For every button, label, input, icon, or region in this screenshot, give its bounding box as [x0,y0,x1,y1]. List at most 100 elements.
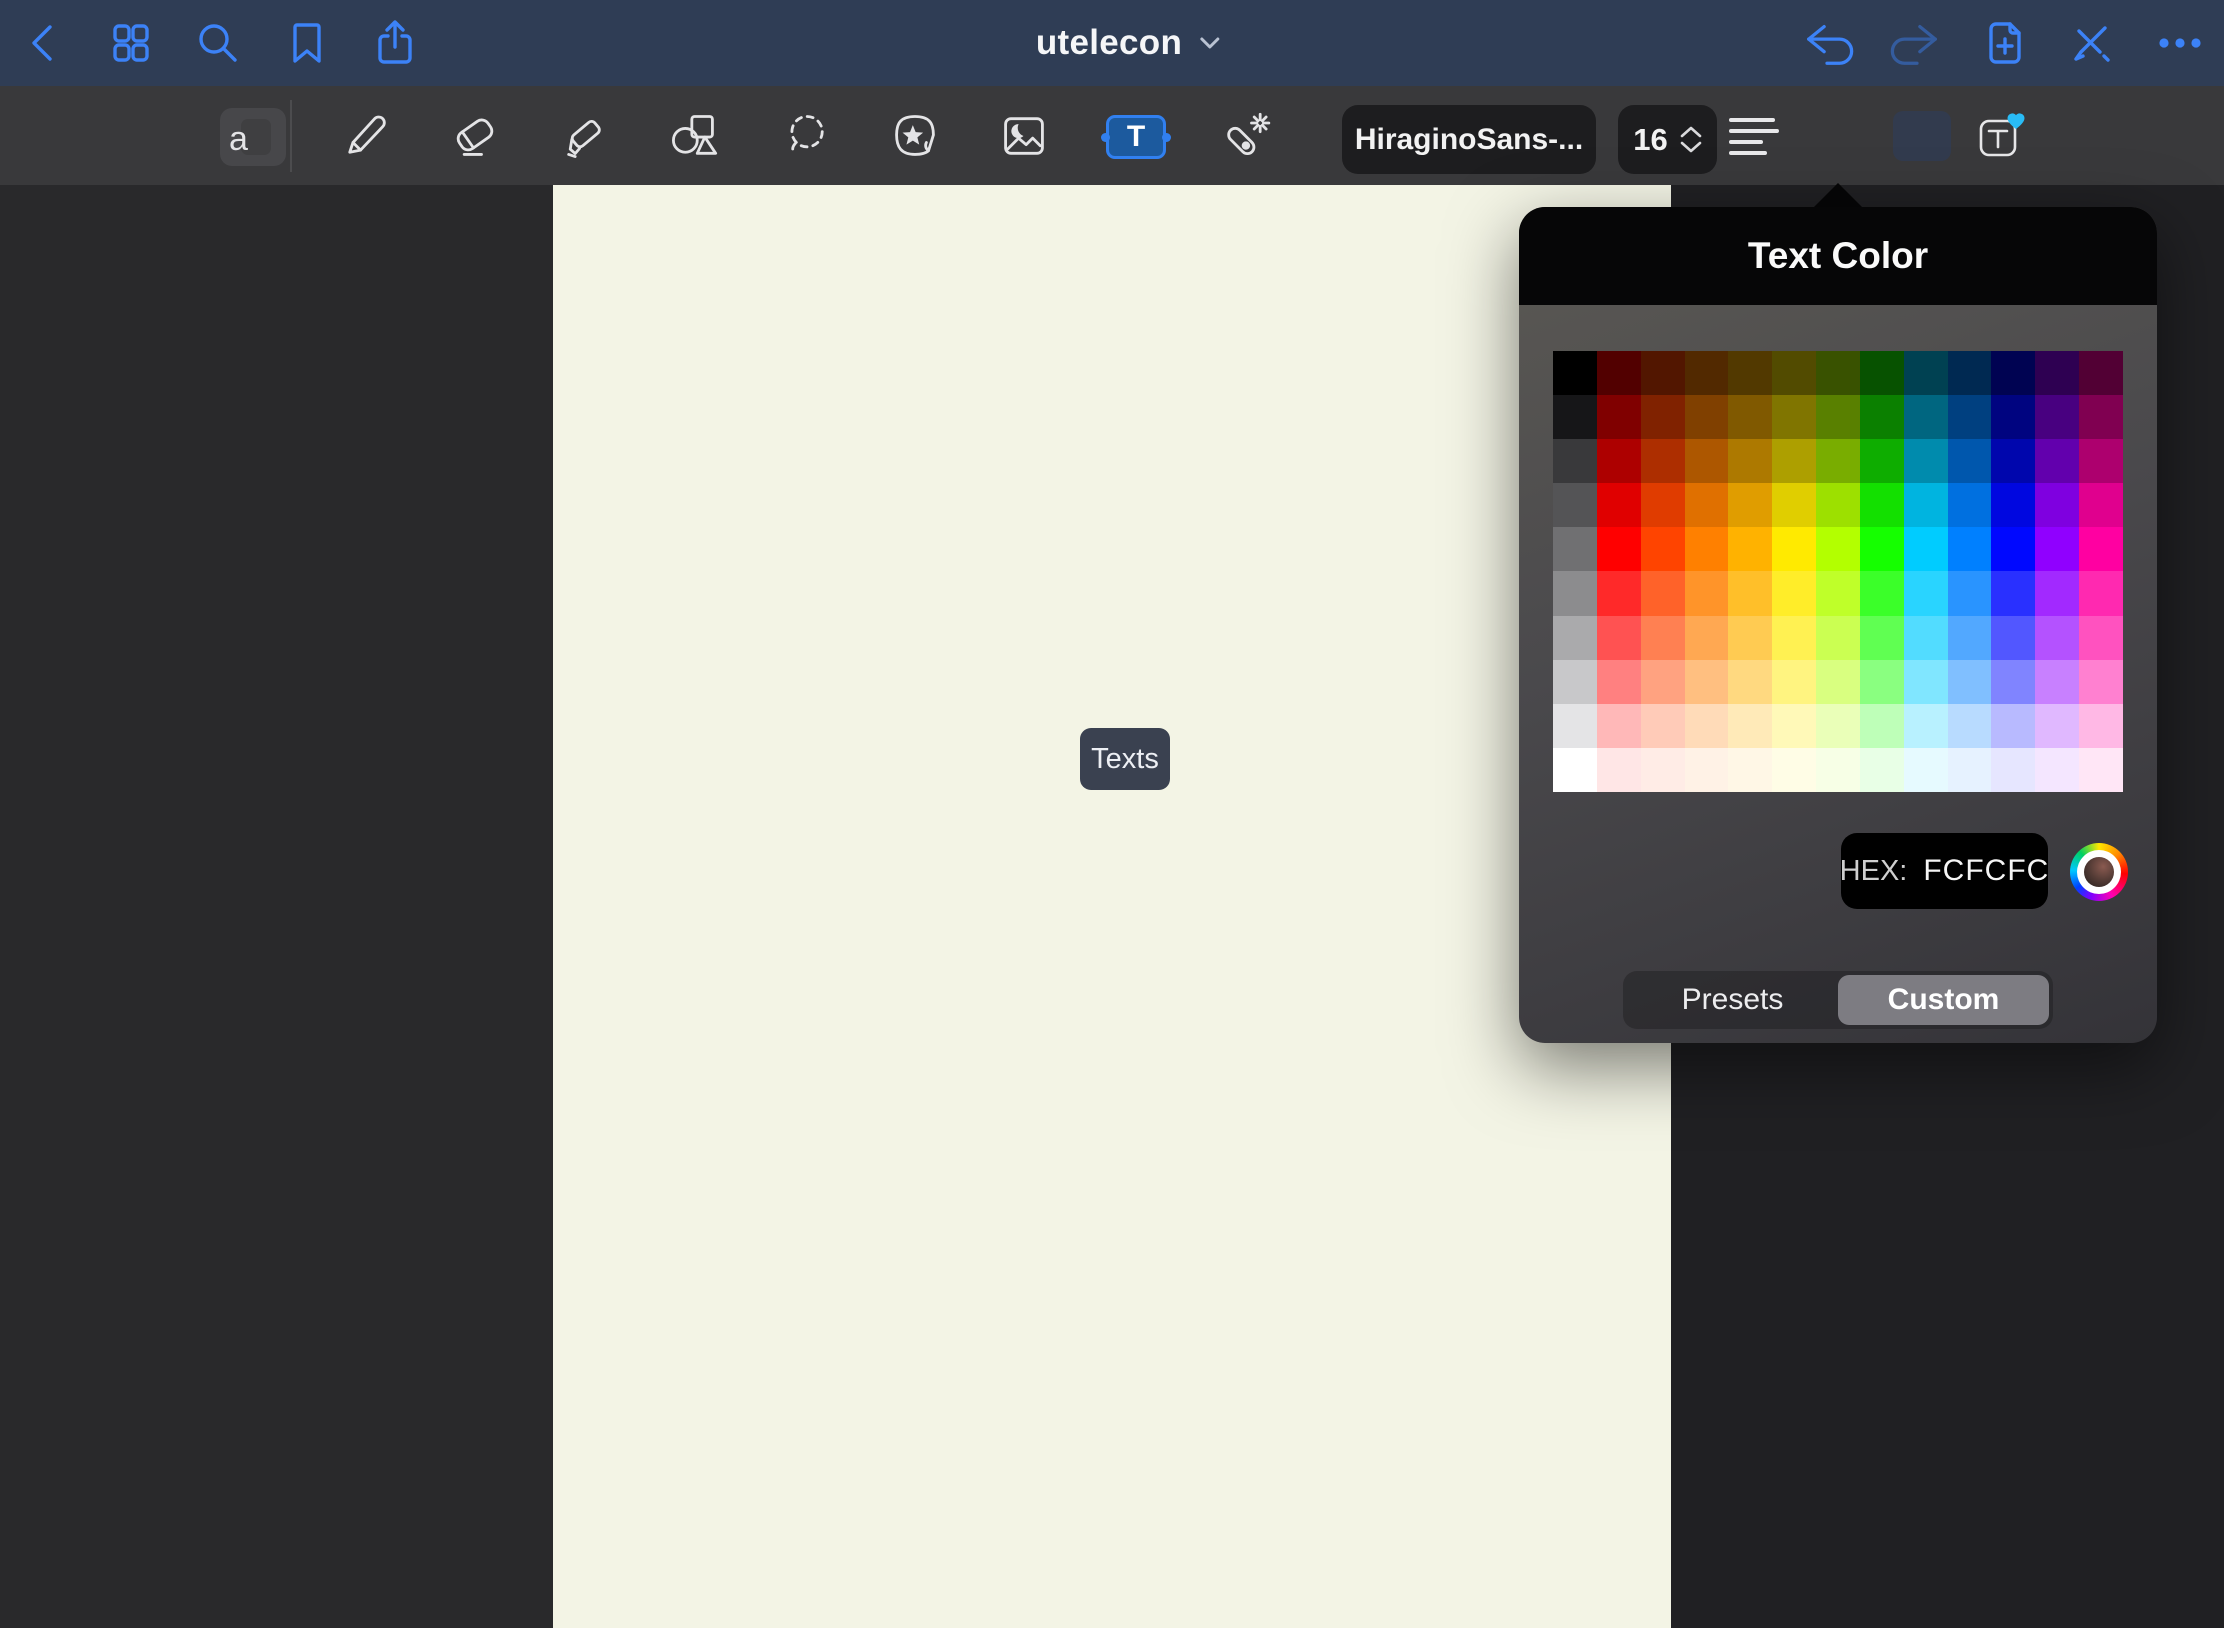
share-button[interactable] [367,15,423,71]
color-swatch[interactable] [2035,748,2079,792]
color-swatch[interactable] [1991,527,2035,571]
color-swatch[interactable] [1553,748,1597,792]
color-swatch[interactable] [2035,616,2079,660]
color-swatch[interactable] [1991,616,2035,660]
color-swatch[interactable] [1685,660,1729,704]
pen-tool-button[interactable] [334,104,398,168]
color-swatch[interactable] [1772,748,1816,792]
color-swatch[interactable] [1772,527,1816,571]
document-title-button[interactable]: utelecon [1036,0,1220,86]
color-swatch[interactable] [2035,395,2079,439]
thumbnails-button[interactable] [103,15,159,71]
color-swatch[interactable] [1772,351,1816,395]
color-swatch[interactable] [1597,616,1641,660]
color-swatch[interactable] [1860,704,1904,748]
back-button[interactable] [17,15,73,71]
color-swatch[interactable] [1553,660,1597,704]
color-swatch[interactable] [1948,660,1992,704]
color-swatch[interactable] [1597,748,1641,792]
color-swatch[interactable] [1948,616,1992,660]
color-swatch[interactable] [1728,748,1772,792]
color-swatch[interactable] [1991,351,2035,395]
color-swatch[interactable] [1860,527,1904,571]
color-swatch[interactable] [1948,748,1992,792]
highlighter-tool-button[interactable] [554,104,618,168]
font-family-button[interactable]: HiraginoSans-... [1342,105,1596,174]
color-swatch[interactable] [1816,571,1860,615]
color-swatch[interactable] [1860,395,1904,439]
color-swatch[interactable] [2079,483,2123,527]
color-wheel-button[interactable] [2070,843,2128,901]
color-swatch[interactable] [1597,395,1641,439]
color-swatch[interactable] [1553,395,1597,439]
color-swatch[interactable] [1685,395,1729,439]
search-button[interactable] [190,15,246,71]
color-swatch[interactable] [2079,351,2123,395]
color-swatch[interactable] [1772,704,1816,748]
color-swatch[interactable] [1597,660,1641,704]
color-swatch[interactable] [1948,704,1992,748]
color-swatch[interactable] [1685,483,1729,527]
redo-button[interactable] [1888,15,1944,71]
color-swatch[interactable] [2079,527,2123,571]
color-swatch[interactable] [1641,527,1685,571]
color-swatch[interactable] [1816,351,1860,395]
color-swatch[interactable] [1860,351,1904,395]
color-swatch[interactable] [1816,660,1860,704]
color-swatch[interactable] [1948,571,1992,615]
color-swatch[interactable] [1597,439,1641,483]
color-swatch[interactable] [1860,483,1904,527]
color-swatch[interactable] [1641,748,1685,792]
favorite-text-style-button[interactable] [1968,104,2032,168]
color-swatch[interactable] [1597,483,1641,527]
undo-button[interactable] [1800,15,1856,71]
color-swatch[interactable] [1728,571,1772,615]
text-tool-button-selected[interactable]: T [1106,115,1166,159]
color-swatch[interactable] [1728,439,1772,483]
color-swatch[interactable] [1816,616,1860,660]
more-options-button[interactable] [2152,15,2208,71]
color-swatch[interactable] [1860,616,1904,660]
color-swatch[interactable] [1860,660,1904,704]
color-swatch[interactable] [1641,351,1685,395]
color-swatch[interactable] [1772,616,1816,660]
color-swatch[interactable] [1685,439,1729,483]
color-swatch[interactable] [1641,571,1685,615]
color-swatch[interactable] [1904,395,1948,439]
color-swatch[interactable] [1772,660,1816,704]
color-swatch[interactable] [1685,351,1729,395]
color-swatch[interactable] [1816,439,1860,483]
color-swatch[interactable] [1685,748,1729,792]
color-swatch[interactable] [1860,439,1904,483]
color-swatch[interactable] [1685,704,1729,748]
color-swatch[interactable] [1904,571,1948,615]
elements-tool-button[interactable] [883,104,947,168]
color-swatch[interactable] [1948,483,1992,527]
color-swatch[interactable] [2079,704,2123,748]
color-swatch[interactable] [1772,395,1816,439]
font-size-stepper[interactable]: 16 [1618,105,1717,174]
note-page[interactable]: Texts [553,185,1671,1628]
color-swatch[interactable] [1685,616,1729,660]
color-swatch[interactable] [1553,483,1597,527]
color-swatch[interactable] [1991,660,2035,704]
color-swatch[interactable] [1904,616,1948,660]
color-swatch[interactable] [1641,704,1685,748]
color-swatch[interactable] [1948,351,1992,395]
tab-presets[interactable]: Presets [1627,975,1838,1025]
color-swatch[interactable] [1641,439,1685,483]
color-swatch[interactable] [1553,704,1597,748]
color-swatch[interactable] [1904,439,1948,483]
color-swatch[interactable] [1816,483,1860,527]
color-swatch[interactable] [2079,660,2123,704]
color-swatch[interactable] [1904,704,1948,748]
color-swatch[interactable] [1816,395,1860,439]
color-swatch[interactable] [1685,527,1729,571]
color-swatch[interactable] [1816,748,1860,792]
color-swatch[interactable] [2035,439,2079,483]
color-swatch[interactable] [2035,571,2079,615]
color-swatch[interactable] [1728,395,1772,439]
color-swatch[interactable] [1860,748,1904,792]
color-swatch[interactable] [1816,527,1860,571]
color-swatch[interactable] [1553,571,1597,615]
